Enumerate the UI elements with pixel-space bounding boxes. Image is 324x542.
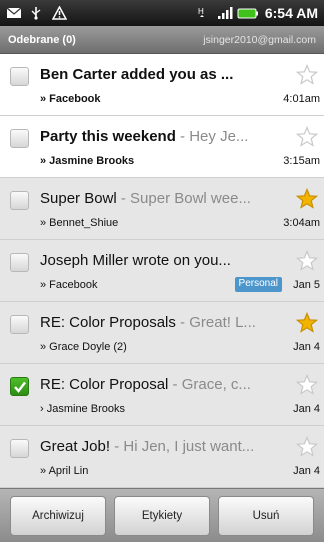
message-time: Jan 4 bbox=[293, 403, 320, 415]
message-subject: Joseph Miller wrote on you... bbox=[40, 252, 231, 269]
star-icon[interactable] bbox=[295, 187, 319, 210]
message-row[interactable]: RE: Color Proposal - Grace, c... › Jasmin… bbox=[0, 364, 324, 426]
message-time: Jan 4 bbox=[293, 465, 320, 477]
account-email: jsinger2010@gmail.com bbox=[203, 33, 316, 46]
message-subject: Great Job! bbox=[40, 438, 111, 455]
message-title-line: RE: Color Proposals - Great! L... bbox=[40, 314, 292, 331]
message-checkbox[interactable] bbox=[10, 377, 29, 396]
message-title-line: Party this weekend - Hey Je... bbox=[40, 128, 292, 145]
message-row[interactable]: Joseph Miller wrote on you... » Facebook P… bbox=[0, 240, 324, 302]
message-row[interactable]: RE: Color Proposals - Great! L... » Grace… bbox=[0, 302, 324, 364]
message-time: 4:01am bbox=[283, 93, 320, 105]
message-time: 3:15am bbox=[283, 155, 320, 167]
message-subject: Ben Carter added you as ... bbox=[40, 66, 234, 83]
message-sender: » Facebook bbox=[40, 279, 98, 291]
message-title-line: Super Bowl - Super Bowl wee... bbox=[40, 190, 292, 207]
folder-title[interactable]: Odebrane (0) bbox=[8, 34, 76, 46]
message-row[interactable]: Party this weekend - Hey Je... » Jasmine … bbox=[0, 116, 324, 178]
message-checkbox[interactable] bbox=[10, 191, 29, 210]
battery-icon bbox=[237, 6, 259, 20]
message-row[interactable]: Great Job! - Hi Jen, I just want... » Apr… bbox=[0, 426, 324, 488]
message-checkbox[interactable] bbox=[10, 129, 29, 148]
action-bar: Archiwizuj Etykiety Usuń bbox=[0, 488, 324, 542]
star-icon[interactable] bbox=[295, 63, 319, 86]
signal-icon bbox=[217, 6, 233, 20]
archive-button[interactable]: Archiwizuj bbox=[10, 495, 106, 536]
clock: 6:54 AM bbox=[264, 5, 318, 21]
message-sender: » Grace Doyle (2) bbox=[40, 341, 127, 353]
message-sender: » Facebook bbox=[40, 93, 101, 105]
message-snippet: - Super Bowl wee... bbox=[116, 190, 251, 207]
star-icon[interactable] bbox=[295, 435, 319, 458]
message-snippet: - Hey Je... bbox=[175, 128, 249, 145]
message-row[interactable]: Super Bowl - Super Bowl wee... » Bennet_S… bbox=[0, 178, 324, 240]
status-bar: H 6:54 AM bbox=[0, 0, 324, 26]
message-title-line: Joseph Miller wrote on you... bbox=[40, 252, 292, 269]
message-sender: » Jasmine Brooks bbox=[40, 155, 135, 167]
message-title-line: Ben Carter added you as ... bbox=[40, 66, 292, 83]
message-time: Jan 4 bbox=[293, 341, 320, 353]
message-checkbox[interactable] bbox=[10, 67, 29, 86]
message-checkbox[interactable] bbox=[10, 315, 29, 334]
usb-icon bbox=[29, 6, 43, 20]
message-sender: » Bennet_Shiue bbox=[40, 217, 119, 229]
star-icon[interactable] bbox=[295, 249, 319, 272]
message-time: Jan 5 bbox=[293, 279, 320, 291]
message-snippet: - Grace, c... bbox=[168, 376, 251, 393]
message-sender: › Jasmine Brooks bbox=[40, 403, 125, 415]
message-subject: Party this weekend bbox=[40, 128, 176, 145]
message-snippet: - Hi Jen, I just want... bbox=[110, 438, 255, 455]
message-subject: RE: Color Proposal bbox=[40, 376, 169, 393]
message-subject: Super Bowl bbox=[40, 190, 117, 207]
message-list: Ben Carter added you as ... » Facebook 4:0… bbox=[0, 54, 324, 488]
message-title-line: RE: Color Proposal - Grace, c... bbox=[40, 376, 292, 393]
labels-button[interactable]: Etykiety bbox=[114, 495, 210, 536]
message-snippet: - Great! L... bbox=[175, 314, 256, 331]
star-icon[interactable] bbox=[295, 311, 319, 334]
data-icon: H bbox=[197, 6, 211, 20]
delete-button[interactable]: Usuń bbox=[218, 495, 314, 536]
message-title-line: Great Job! - Hi Jen, I just want... bbox=[40, 438, 292, 455]
checkmark-icon bbox=[14, 381, 26, 393]
label-badge: Personal bbox=[234, 277, 282, 292]
message-checkbox[interactable] bbox=[10, 253, 29, 272]
message-subject: RE: Color Proposals bbox=[40, 314, 176, 331]
message-row[interactable]: Ben Carter added you as ... » Facebook 4:0… bbox=[0, 54, 324, 116]
message-sender: » April Lin bbox=[40, 465, 89, 477]
star-icon[interactable] bbox=[295, 125, 319, 148]
message-time: 3:04am bbox=[283, 217, 320, 229]
star-icon[interactable] bbox=[295, 373, 319, 396]
message-checkbox[interactable] bbox=[10, 439, 29, 458]
mail-icon bbox=[6, 6, 22, 20]
warning-icon bbox=[51, 5, 68, 20]
svg-text:H: H bbox=[198, 7, 204, 16]
mailbox-header: Odebrane (0) jsinger2010@gmail.com bbox=[0, 26, 324, 54]
